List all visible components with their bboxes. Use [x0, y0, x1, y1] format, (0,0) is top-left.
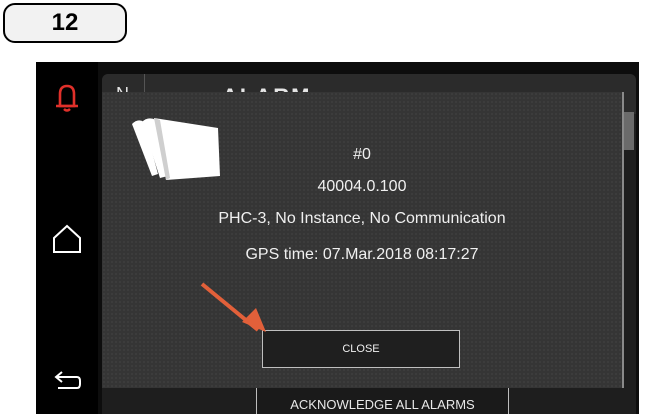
- step-number-badge: 12: [3, 3, 127, 43]
- acknowledge-all-alarms-label: ACKNOWLEDGE ALL ALARMS: [290, 397, 475, 412]
- home-icon[interactable]: [50, 222, 84, 256]
- step-number: 12: [51, 9, 79, 36]
- bell-alarm-icon[interactable]: [50, 80, 84, 114]
- close-button-label: CLOSE: [342, 343, 380, 355]
- pointer-arrow-icon: [200, 282, 266, 332]
- acknowledge-all-alarms-button[interactable]: ACKNOWLEDGE ALL ALARMS: [256, 386, 509, 414]
- alarm-code: 40004.0.100: [317, 178, 407, 195]
- sidebar: [36, 62, 98, 414]
- close-button[interactable]: CLOSE: [262, 330, 460, 368]
- device-display: N ALARM ACKNOWLEDGE ALL ALARMS #0 40004.…: [36, 62, 639, 414]
- alarm-number: #0: [353, 146, 371, 163]
- back-arrow-icon[interactable]: [50, 360, 84, 394]
